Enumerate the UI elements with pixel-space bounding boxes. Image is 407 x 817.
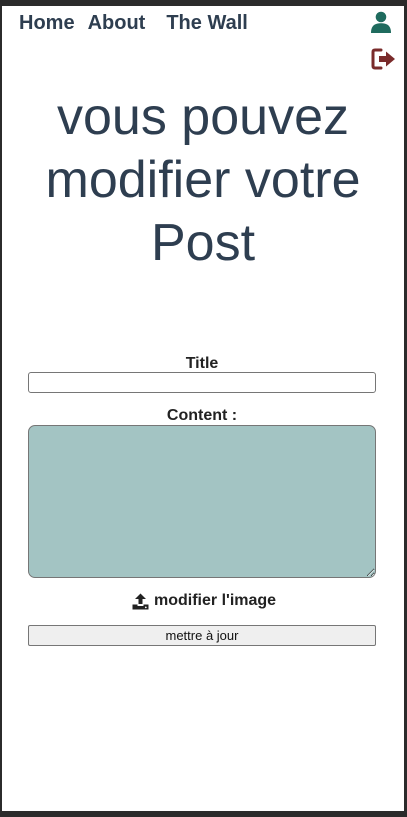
upload-icon — [132, 593, 149, 609]
update-button[interactable]: mettre à jour — [28, 625, 376, 646]
heading-line-2: modifier votre — [45, 151, 361, 209]
title-input[interactable] — [28, 372, 376, 393]
top-nav: Home About The Wall — [19, 12, 248, 35]
title-label: Title — [185, 355, 219, 372]
modify-image-label: modifier l'image — [154, 592, 277, 609]
nav-the-wall-link[interactable]: The Wall — [166, 12, 247, 35]
nav-home-link[interactable]: Home — [19, 12, 75, 35]
content-textarea[interactable] — [28, 425, 376, 578]
page-heading: vous pouvez modifier votre Post — [2, 86, 404, 275]
modify-image-button[interactable]: modifier l'image — [132, 592, 276, 610]
sign-out-icon[interactable] — [371, 48, 397, 70]
heading-line-1: vous pouvez — [57, 88, 349, 146]
nav-about-link[interactable]: About — [88, 12, 146, 35]
page: Home About The Wall vous pouvez modifier… — [2, 6, 404, 811]
content-label: Content : — [166, 407, 238, 424]
user-icon[interactable] — [370, 11, 392, 33]
heading-line-3: Post — [150, 214, 256, 272]
